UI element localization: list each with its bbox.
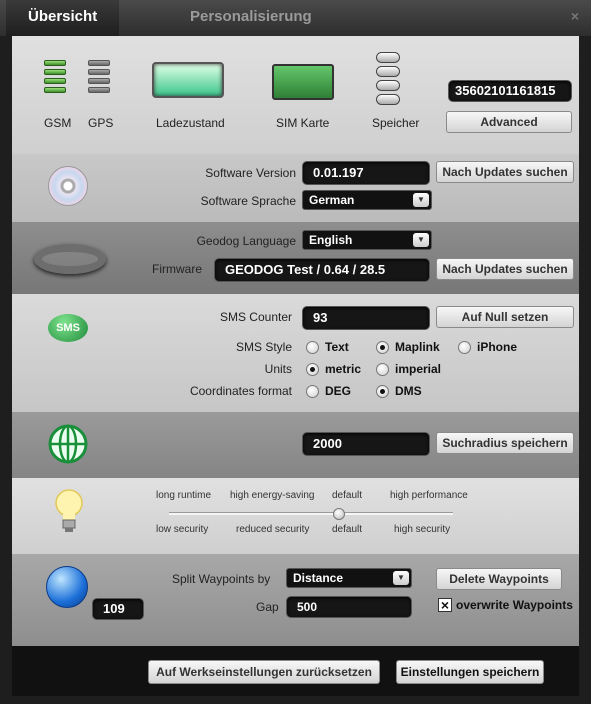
save-search-radius-button[interactable]: Suchradius speichern — [436, 432, 574, 454]
gps-label: GPS — [88, 116, 114, 130]
firmware-update-button[interactable]: Nach Updates suchen — [436, 258, 574, 280]
geodog-language-select[interactable]: English ▼ — [302, 230, 432, 250]
energy-slider-thumb[interactable] — [333, 508, 346, 520]
coordinates-format-label: Coordinates format — [189, 384, 292, 398]
radio-label: metric — [325, 362, 362, 376]
chevron-down-icon: ▼ — [413, 193, 429, 207]
delete-waypoints-button[interactable]: Delete Waypoints — [436, 568, 562, 590]
energy-label-default: default — [332, 490, 363, 501]
software-language-label: Software Sprache — [200, 194, 296, 208]
radio-label: imperial — [395, 362, 442, 376]
battery-label: Ladezustand — [156, 116, 225, 130]
globe-icon — [48, 424, 88, 464]
software-language-value: German — [309, 193, 355, 207]
gsm-label: GSM — [44, 116, 72, 130]
tab-overview[interactable]: Übersicht — [6, 0, 120, 36]
units-label: Units — [264, 362, 292, 376]
memory-label: Speicher — [372, 116, 420, 130]
sms-counter-label: SMS Counter — [219, 310, 292, 324]
software-version-field: 0.01.197 — [302, 161, 430, 185]
geodog-language-value: English — [309, 233, 353, 247]
search-radius-field[interactable]: 2000 — [302, 432, 430, 456]
memory-icon — [376, 52, 400, 108]
coords-deg-radio[interactable]: DEG — [306, 384, 351, 398]
coords-dms-radio[interactable]: DMS — [376, 384, 422, 398]
settings-content: GSM GPS Ladezustand SIM Karte Speicher 3… — [12, 36, 579, 646]
units-metric-radio[interactable]: metric — [306, 362, 361, 376]
waypoints-count-field: 109 — [92, 598, 144, 620]
split-waypoints-label: Split Waypoints by — [172, 572, 271, 586]
radio-label: DMS — [395, 384, 422, 398]
security-label-reduced: reduced security — [236, 524, 310, 535]
firmware-label: Firmware — [152, 262, 202, 276]
gsm-signal-icon — [44, 60, 66, 93]
sms-bubble-icon: SMS — [48, 314, 88, 342]
advanced-button[interactable]: Advanced — [446, 111, 572, 133]
sim-card-icon — [272, 64, 334, 100]
energy-label-high-performance: high performance — [390, 490, 468, 501]
sms-counter-field: 93 — [302, 306, 430, 330]
sms-style-text-radio[interactable]: Text — [306, 340, 349, 354]
radio-label: Maplink — [395, 340, 440, 354]
checkbox-x-icon: × — [438, 598, 452, 612]
save-settings-button[interactable]: Einstellungen speichern — [396, 660, 544, 684]
units-imperial-radio[interactable]: imperial — [376, 362, 441, 376]
sms-reset-button[interactable]: Auf Null setzen — [436, 306, 574, 328]
overwrite-waypoints-checkbox[interactable]: × overwrite Waypoints — [438, 598, 573, 612]
battery-icon — [152, 62, 224, 98]
cd-icon — [48, 166, 88, 206]
software-version-label: Software Version — [205, 166, 296, 180]
chevron-down-icon: ▼ — [413, 233, 429, 247]
waypoints-section: 109 Split Waypoints by Distance ▼ Delete… — [12, 554, 579, 646]
sms-style-iphone-radio[interactable]: iPhone — [458, 340, 517, 354]
radio-label: DEG — [325, 384, 352, 398]
energy-slider-track[interactable] — [169, 508, 453, 520]
split-waypoints-select[interactable]: Distance ▼ — [286, 568, 412, 588]
sms-style-maplink-radio[interactable]: Maplink — [376, 340, 440, 354]
security-label-default: default — [332, 524, 363, 535]
factory-reset-button[interactable]: Auf Werkseinstellungen zurücksetzen — [148, 660, 380, 684]
sim-label: SIM Karte — [276, 116, 330, 130]
light-bulb-icon — [54, 488, 84, 534]
software-language-select[interactable]: German ▼ — [302, 190, 432, 210]
title-bar: Übersicht Personalisierung × — [0, 0, 591, 36]
software-update-button[interactable]: Nach Updates suchen — [436, 161, 574, 183]
search-radius-section: 2000 Suchradius speichern — [12, 412, 579, 478]
energy-section: long runtime high energy-saving default … — [12, 478, 579, 554]
sms-style-label: SMS Style — [235, 340, 292, 354]
security-label-high: high security — [394, 524, 451, 535]
geodog-section: Geodog Language English ▼ Firmware GEODO… — [12, 222, 579, 294]
geodog-language-label: Geodog Language — [196, 234, 296, 248]
overwrite-waypoints-label: overwrite Waypoints — [456, 598, 573, 612]
energy-label-high-saving: high energy-saving — [230, 490, 315, 501]
serial-number-field: 35602101161815 — [448, 80, 572, 102]
status-section: GSM GPS Ladezustand SIM Karte Speicher 3… — [12, 36, 579, 154]
close-icon[interactable]: × — [571, 8, 579, 24]
split-waypoints-value: Distance — [293, 571, 344, 585]
radio-label: iPhone — [477, 340, 518, 354]
gap-label: Gap — [256, 600, 279, 614]
footer-bar: Auf Werkseinstellungen zurücksetzen Eins… — [12, 646, 579, 696]
settings-window: Übersicht Personalisierung × GSM GPS Lad… — [0, 0, 591, 704]
security-label-low: low security — [156, 524, 209, 535]
sms-section: SMS SMS Counter 93 Auf Null setzen SMS S… — [12, 294, 579, 412]
chevron-down-icon: ▼ — [393, 571, 409, 585]
waypoints-globe-icon — [46, 566, 88, 608]
energy-label-long-runtime: long runtime — [156, 490, 212, 501]
gap-field[interactable]: 500 — [286, 596, 412, 618]
geodog-ring-icon — [34, 244, 106, 274]
firmware-field: GEODOG Test / 0.64 / 28.5 — [214, 258, 430, 282]
radio-label: Text — [325, 340, 349, 354]
gps-signal-icon — [88, 60, 110, 93]
tab-personalization[interactable]: Personalisierung — [168, 0, 334, 36]
